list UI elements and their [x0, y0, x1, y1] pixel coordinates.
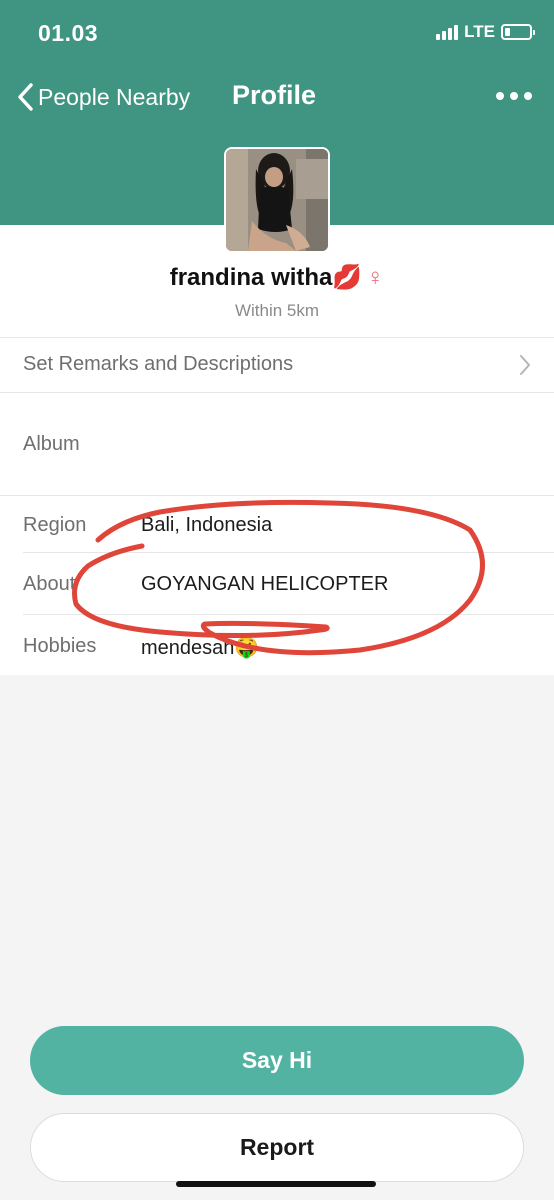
say-hi-button[interactable]: Say Hi: [30, 1026, 524, 1095]
navbar: People Nearby Profile: [0, 68, 554, 126]
back-label: People Nearby: [38, 83, 191, 110]
profile-name-row: frandina witha💋 ♀: [0, 263, 554, 292]
album-label: Album: [23, 433, 80, 455]
album-row[interactable]: Album: [0, 393, 554, 495]
battery-icon: [501, 24, 535, 40]
avatar[interactable]: [224, 147, 330, 253]
home-indicator: [176, 1181, 376, 1187]
status-time: 01.03: [38, 20, 99, 46]
remarks-label: Set Remarks and Descriptions: [23, 353, 294, 375]
status-bar: 01.03 LTE: [0, 0, 554, 68]
signal-bars-icon: [436, 24, 459, 40]
network-type: LTE: [464, 22, 495, 41]
more-dot: [510, 92, 518, 100]
chevron-left-icon: [18, 83, 33, 111]
chevron-right-icon: [520, 355, 530, 375]
region-label: Region: [23, 514, 87, 536]
back-button[interactable]: People Nearby: [16, 82, 190, 112]
region-value: Bali, Indonesia: [141, 514, 273, 536]
more-dot: [524, 92, 532, 100]
page-title: Profile: [232, 80, 317, 110]
details-section: Region Bali, Indonesia About GOYANGAN HE…: [0, 496, 554, 675]
hobbies-label: Hobbies: [23, 635, 97, 657]
female-icon: ♀: [366, 264, 385, 291]
report-button[interactable]: Report: [30, 1113, 524, 1182]
avatar-photo: [226, 149, 328, 251]
profile-name: frandina witha💋: [169, 264, 363, 291]
remarks-row[interactable]: Set Remarks and Descriptions: [0, 338, 554, 392]
about-label: About: [23, 573, 76, 595]
more-dot: [496, 92, 504, 100]
about-value: GOYANGAN HELICOPTER: [141, 573, 389, 595]
profile-screen: 01.03 LTE People Nearby Profile frandina…: [0, 0, 554, 1200]
more-button[interactable]: [496, 92, 532, 100]
row-separator: [23, 552, 554, 553]
hobbies-value: mendesah🤑: [141, 637, 260, 659]
status-indicators: LTE: [436, 22, 535, 42]
row-separator: [23, 614, 554, 615]
profile-distance: Within 5km: [234, 301, 320, 320]
